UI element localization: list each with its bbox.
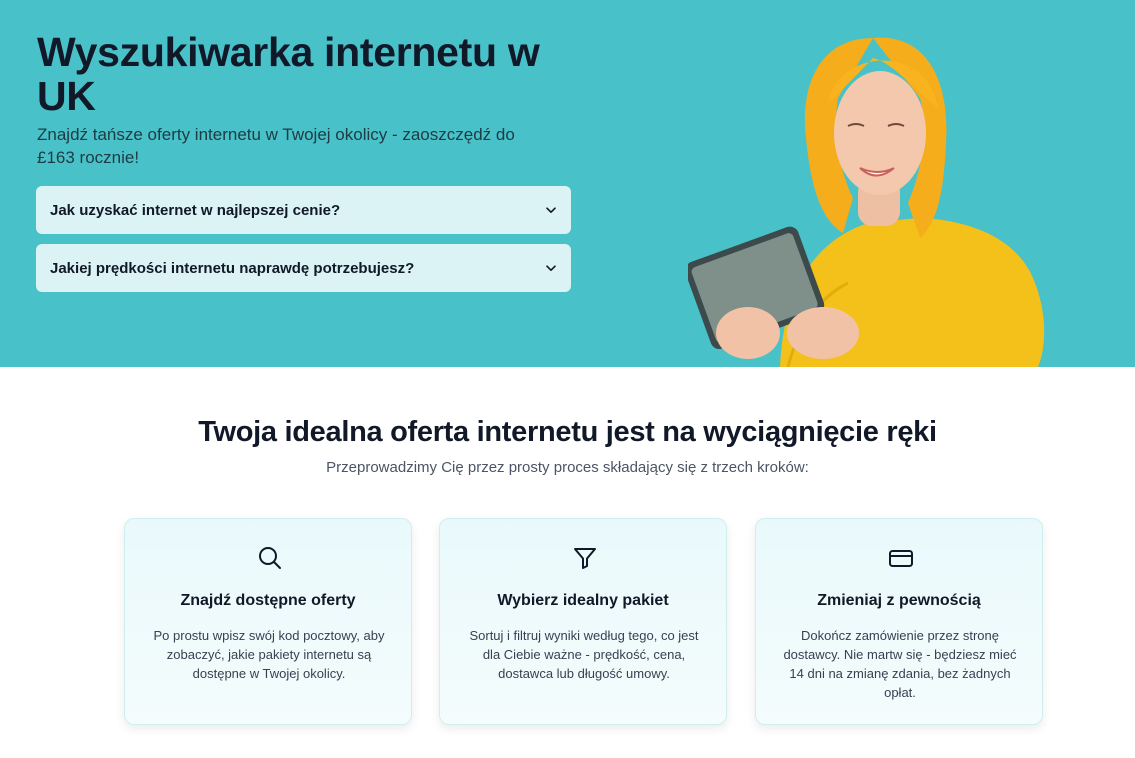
accordion-best-price[interactable]: Jak uzyskać internet w najlepszej cenie?	[36, 186, 571, 234]
hero-section: Wyszukiwarka internetu w UK Znajdź tańsz…	[0, 0, 1135, 367]
step-card-find-offers: Znajdź dostępne oferty Po prostu wpisz s…	[124, 518, 412, 725]
accordion-label: Jakiej prędkości internetu naprawdę potr…	[50, 259, 415, 277]
section-title: Twoja idealna oferta internetu jest na w…	[198, 416, 937, 448]
credit-card-icon	[889, 550, 913, 567]
section-subtitle: Przeprowadzimy Cię przez prosty proces s…	[326, 459, 809, 476]
step-card-text: Sortuj i filtruj wyniki według tego, co …	[469, 628, 699, 681]
step-card-switch-confidently: Zmieniaj z pewnością Dokończ zamówienie …	[755, 518, 1043, 725]
search-icon	[259, 547, 281, 569]
hero-photo-woman-with-tablet	[688, 37, 1045, 367]
step-card-text: Dokończ zamówienie przez stronę dostawcy…	[783, 628, 1017, 700]
hero-title: Wyszukiwarka internetu w UK	[37, 29, 540, 119]
accordion-speed[interactable]: Jakiej prędkości internetu naprawdę potr…	[36, 244, 571, 292]
chevron-down-icon	[545, 262, 557, 274]
chevron-down-icon	[545, 204, 557, 216]
accordion-label: Jak uzyskać internet w najlepszej cenie?	[50, 201, 341, 219]
step-card-title: Znajdź dostępne oferty	[180, 592, 356, 609]
hero-subtitle: Znajdź tańsze oferty internetu w Twojej …	[37, 125, 515, 167]
step-card-choose-package: Wybierz idealny pakiet Sortuj i filtruj …	[439, 518, 727, 725]
step-card-text: Po prostu wpisz swój kod pocztowy, aby z…	[153, 628, 385, 681]
step-card-title: Zmieniaj z pewnością	[817, 592, 981, 609]
step-card-title: Wybierz idealny pakiet	[497, 592, 669, 609]
filter-icon	[574, 548, 596, 569]
